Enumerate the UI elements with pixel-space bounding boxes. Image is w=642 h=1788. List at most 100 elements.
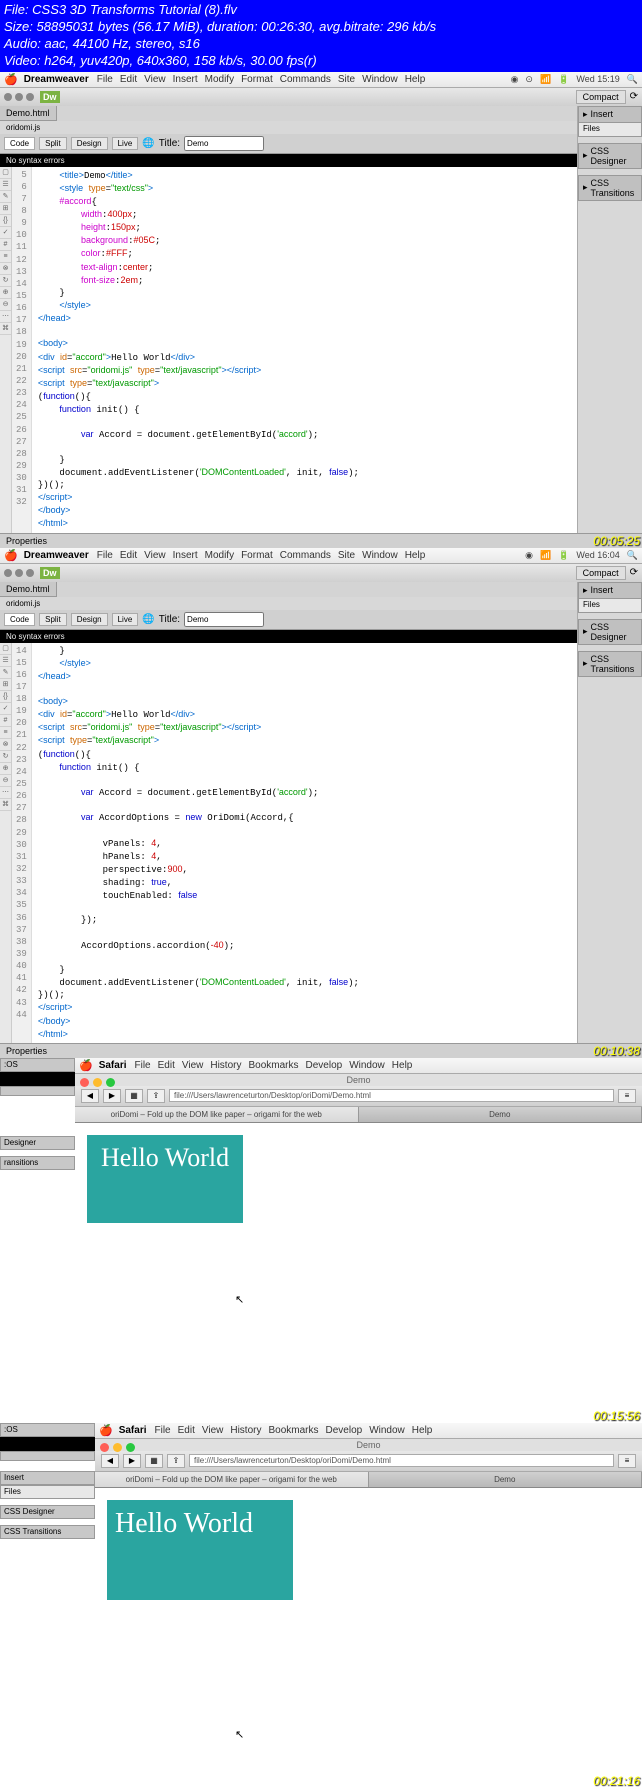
- menu-develop[interactable]: Develop: [326, 1425, 363, 1436]
- tool-icon[interactable]: ☰: [0, 179, 11, 191]
- address-bar[interactable]: file:///Users/lawrenceturton/Desktop/ori…: [169, 1089, 614, 1102]
- menu-help[interactable]: Help: [405, 74, 426, 85]
- sync-icon[interactable]: ⟳: [630, 567, 638, 578]
- tool-icon[interactable]: ⋯: [0, 787, 11, 799]
- menu-edit[interactable]: Edit: [158, 1060, 175, 1071]
- app-name[interactable]: Dreamweaver: [24, 550, 89, 561]
- tool-icon[interactable]: ⊞: [0, 679, 11, 691]
- reader-button[interactable]: ≡: [618, 1454, 636, 1468]
- accord-element[interactable]: Hello World: [107, 1500, 293, 1600]
- forward-button[interactable]: ▶: [123, 1454, 141, 1468]
- menu-window[interactable]: Window: [362, 550, 398, 561]
- tab-demo[interactable]: Demo: [359, 1107, 642, 1122]
- menu-commands[interactable]: Commands: [280, 550, 331, 561]
- code-editor[interactable]: <title>Demo</title> <style type="text/cs…: [32, 167, 365, 533]
- tool-icon[interactable]: {}: [0, 215, 11, 227]
- menu-edit[interactable]: Edit: [178, 1425, 195, 1436]
- forward-button[interactable]: ▶: [103, 1089, 121, 1103]
- tool-icon[interactable]: ⋯: [0, 311, 11, 323]
- designer-fragment[interactable]: Designer: [0, 1136, 75, 1150]
- css-designer-panel[interactable]: ▸CSS Designer: [578, 619, 642, 645]
- tool-icon[interactable]: ⌘: [0, 799, 11, 811]
- menu-edit[interactable]: Edit: [120, 74, 137, 85]
- apple-icon[interactable]: 🍎: [4, 73, 18, 86]
- address-bar[interactable]: file:///Users/lawrenceturton/Desktop/ori…: [189, 1454, 614, 1467]
- search-icon[interactable]: 🔍: [627, 74, 638, 85]
- menu-develop[interactable]: Develop: [306, 1060, 343, 1071]
- tool-icon[interactable]: ⊕: [0, 287, 11, 299]
- apple-icon[interactable]: 🍎: [79, 1059, 93, 1072]
- bookmarks-button[interactable]: ▦: [125, 1089, 143, 1103]
- tool-icon[interactable]: {}: [0, 691, 11, 703]
- search-icon[interactable]: 🔍: [627, 550, 638, 561]
- globe-icon[interactable]: 🌐: [142, 138, 154, 149]
- tool-icon[interactable]: ▢: [0, 643, 11, 655]
- transitions-fragment[interactable]: ransitions: [0, 1156, 75, 1170]
- wifi-icon[interactable]: 📶: [540, 74, 551, 85]
- tool-icon[interactable]: ⌘: [0, 323, 11, 335]
- accord-element[interactable]: Hello World: [87, 1135, 243, 1223]
- tool-icon[interactable]: ≡: [0, 727, 11, 739]
- globe-icon[interactable]: 🌐: [142, 614, 154, 625]
- workspace-selector[interactable]: Compact: [576, 566, 626, 580]
- tool-icon[interactable]: ☰: [0, 655, 11, 667]
- design-view-button[interactable]: Design: [71, 137, 108, 150]
- related-file[interactable]: oridomi.js: [0, 597, 577, 610]
- tool-icon[interactable]: ⊞: [0, 203, 11, 215]
- file-tab[interactable]: Demo.html: [0, 582, 57, 597]
- traffic-lights[interactable]: [77, 1075, 118, 1090]
- menu-site[interactable]: Site: [338, 550, 355, 561]
- apple-icon[interactable]: 🍎: [4, 549, 18, 562]
- menu-help[interactable]: Help: [392, 1060, 413, 1071]
- split-view-button[interactable]: Split: [39, 613, 67, 626]
- app-name[interactable]: Safari: [119, 1425, 147, 1436]
- files-panel[interactable]: Files: [578, 599, 642, 613]
- menu-format[interactable]: Format: [241, 550, 273, 561]
- menu-format[interactable]: Format: [241, 74, 273, 85]
- menu-history[interactable]: History: [210, 1060, 241, 1071]
- design-view-button[interactable]: Design: [71, 613, 108, 626]
- tool-icon[interactable]: ✎: [0, 667, 11, 679]
- menu-view[interactable]: View: [144, 550, 166, 561]
- tool-icon[interactable]: ⊗: [0, 263, 11, 275]
- menu-modify[interactable]: Modify: [205, 74, 234, 85]
- menu-file[interactable]: File: [155, 1425, 171, 1436]
- wifi-icon[interactable]: 📶: [540, 550, 551, 561]
- menu-site[interactable]: Site: [338, 74, 355, 85]
- menu-history[interactable]: History: [230, 1425, 261, 1436]
- share-button[interactable]: ⇪: [147, 1089, 165, 1103]
- menu-commands[interactable]: Commands: [280, 74, 331, 85]
- insert-fragment[interactable]: Insert: [0, 1471, 95, 1485]
- split-view-button[interactable]: Split: [39, 137, 67, 150]
- menu-window[interactable]: Window: [369, 1425, 405, 1436]
- tool-icon[interactable]: ✎: [0, 191, 11, 203]
- menu-insert[interactable]: Insert: [173, 550, 198, 561]
- back-button[interactable]: ◀: [101, 1454, 119, 1468]
- apple-icon[interactable]: 🍎: [99, 1424, 113, 1437]
- bookmarks-button[interactable]: ▦: [145, 1454, 163, 1468]
- menu-window[interactable]: Window: [362, 74, 398, 85]
- tool-icon[interactable]: ↻: [0, 751, 11, 763]
- sync-icon[interactable]: ⟳: [630, 91, 638, 102]
- reader-button[interactable]: ≡: [618, 1089, 636, 1103]
- menu-file[interactable]: File: [135, 1060, 151, 1071]
- menu-help[interactable]: Help: [412, 1425, 433, 1436]
- menu-file[interactable]: File: [97, 74, 113, 85]
- tab-oridomi[interactable]: oriDomi – Fold up the DOM like paper – o…: [95, 1472, 369, 1487]
- menu-view[interactable]: View: [202, 1425, 224, 1436]
- tool-icon[interactable]: ↻: [0, 275, 11, 287]
- tab-oridomi[interactable]: oriDomi – Fold up the DOM like paper – o…: [75, 1107, 359, 1122]
- code-view-button[interactable]: Code: [4, 613, 35, 626]
- menu-bookmarks[interactable]: Bookmarks: [248, 1060, 298, 1071]
- related-file[interactable]: oridomi.js: [0, 121, 577, 134]
- menu-bookmarks[interactable]: Bookmarks: [268, 1425, 318, 1436]
- insert-panel[interactable]: ▸Insert: [578, 106, 642, 123]
- tool-icon[interactable]: #: [0, 239, 11, 251]
- share-button[interactable]: ⇪: [167, 1454, 185, 1468]
- css-designer-fragment[interactable]: CSS Designer: [0, 1505, 95, 1519]
- tab-demo[interactable]: Demo: [369, 1472, 642, 1487]
- properties-panel[interactable]: Properties: [0, 533, 642, 548]
- traffic-lights[interactable]: [97, 1440, 138, 1455]
- back-button[interactable]: ◀: [81, 1089, 99, 1103]
- files-panel[interactable]: Files: [578, 123, 642, 137]
